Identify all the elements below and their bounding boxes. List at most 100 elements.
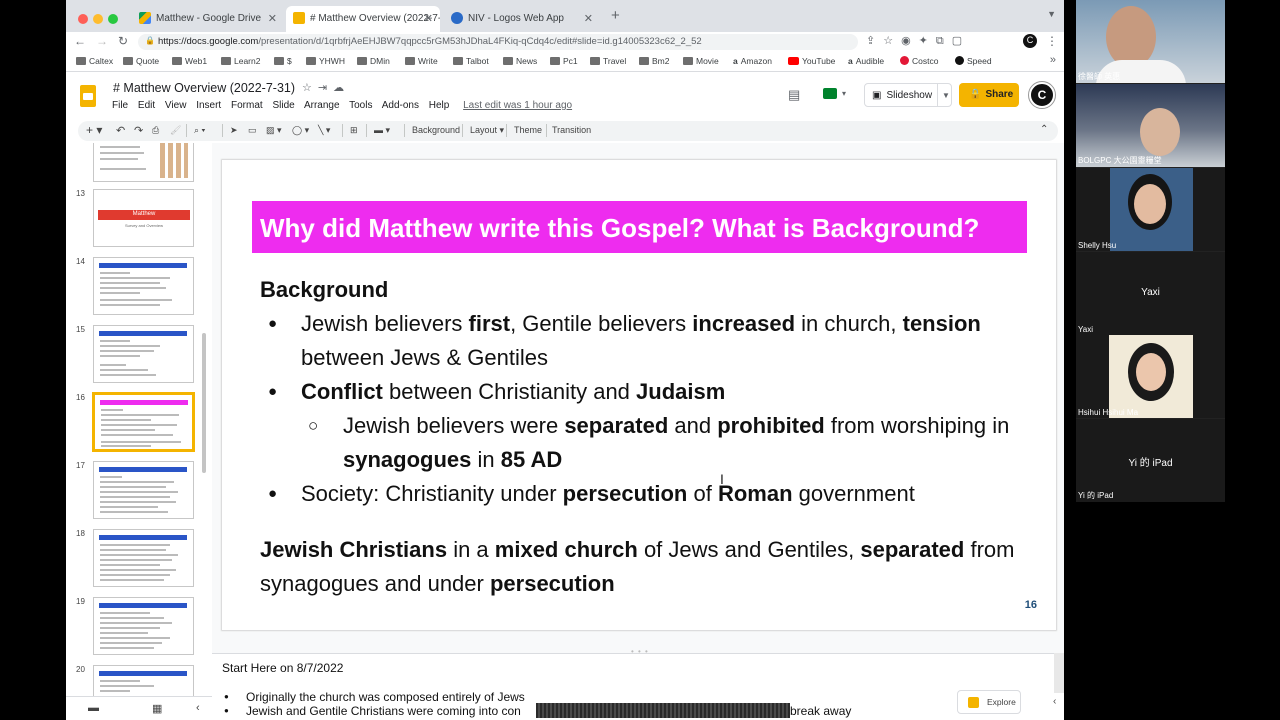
slide-thumbnail[interactable] [93,143,194,182]
slide-thumbnail[interactable] [93,325,194,383]
bookmark-dollar[interactable]: $ [274,56,292,66]
slide-thumbnail[interactable] [93,461,194,519]
notes-scrollbar[interactable] [1054,653,1064,693]
collapse-toolbar-icon[interactable]: ⌃ [1040,124,1048,135]
url-field[interactable]: 🔒 https://docs.google.com/presentation/d… [138,34,858,50]
participant-tile[interactable]: Yi 的 iPad Yi 的 iPad [1076,419,1225,502]
slide-thumbnail[interactable] [93,529,194,587]
account-avatar[interactable]: C [1028,81,1056,109]
slide-title[interactable]: Why did Matthew write this Gospel? What … [252,201,1027,253]
comment-icon[interactable]: ⊞ [350,125,358,136]
bookmark-quote[interactable]: Quote [123,56,159,66]
menu-arrange[interactable]: Arrange [304,100,340,111]
bookmark-learn2[interactable]: Learn2 [221,56,260,66]
close-window-button[interactable] [78,14,88,24]
close-tab-icon[interactable]: ✕ [424,12,433,25]
extension-icons[interactable]: ⇪☆◉✦⧉▢ [866,34,970,48]
menu-addons[interactable]: Add-ons [382,100,419,111]
background-button[interactable]: Background [412,125,460,135]
bookmark-costco[interactable]: Costco [900,56,938,66]
slideshow-button[interactable]: ▣ Slideshow ▼ [864,83,952,107]
current-slide[interactable]: Why did Matthew write this Gospel? What … [222,160,1056,630]
bookmark-yhwh[interactable]: YHWH [306,56,345,66]
menu-insert[interactable]: Insert [196,100,221,111]
chevron-down-icon[interactable]: ▼ [942,91,950,100]
participant-tile[interactable]: BOLGPC 大公園靈糧堂 [1076,84,1225,167]
forward-arrow-icon[interactable]: → [96,34,108,48]
menu-help[interactable]: Help [429,100,450,111]
theme-button[interactable]: Theme [514,125,542,135]
slide-thumbnail[interactable] [93,665,194,696]
bookmark-movie[interactable]: Movie [683,56,719,66]
zoom-icon[interactable]: ⌕ ▾ [194,125,205,136]
new-tab-icon[interactable]: + [611,7,620,24]
bookmark-pc1[interactable]: Pc1 [550,56,578,66]
participant-tile[interactable]: Hsihui Hsihui Ma [1076,335,1225,418]
minimize-window-button[interactable] [93,14,103,24]
layout-button[interactable]: Layout ▾ [470,125,504,136]
menu-slide[interactable]: Slide [272,100,294,111]
bookmark-speed[interactable]: Speed [955,56,992,66]
menu-format[interactable]: Format [231,100,263,111]
title-icons[interactable]: ☆⇥☁ [302,81,350,94]
bookmark-talbot[interactable]: Talbot [453,56,489,66]
bookmark-web1[interactable]: Web1 [172,56,207,66]
paint-format-icon[interactable]: 🖌 [170,125,181,136]
line-weight-icon[interactable]: ▬ ▾ [374,125,390,136]
tab-search-chevron-icon[interactable]: ▼ [1047,9,1056,19]
share-button[interactable]: 🔒 Share [959,83,1019,107]
bookmark-caltex[interactable]: Caltex [76,56,113,66]
bookmark-amazon[interactable]: a Amazon [733,56,772,66]
tab-matthew-overview[interactable]: # Matthew Overview (2022-7- ✕ [286,6,440,32]
collapse-side-panel-icon[interactable]: ‹ [1053,696,1056,707]
image-icon[interactable]: ▨ ▾ [266,125,282,136]
menu-view[interactable]: View [165,100,187,111]
close-tab-icon[interactable]: ✕ [268,12,277,25]
filmstrip-view-icon[interactable]: ▬ [88,702,99,714]
document-title[interactable]: # Matthew Overview (2022-7-31) [113,81,295,95]
menu-edit[interactable]: Edit [138,100,155,111]
filmstrip-scrollbar[interactable] [202,333,206,473]
bookmark-travel[interactable]: Travel [590,56,626,66]
bookmark-audible[interactable]: a Audible [848,56,884,66]
shape-icon[interactable]: ◯ ▾ [292,125,309,136]
close-tab-icon[interactable]: ✕ [584,12,593,25]
more-bookmarks-icon[interactable]: » [1050,54,1056,66]
slide-thumbnail[interactable] [93,597,194,655]
participant-tile[interactable]: Shelly Hsu [1076,168,1225,251]
menu-tools[interactable]: Tools [349,100,372,111]
slide-thumbnail[interactable]: Matthew Survey and Overview [93,189,194,247]
undo-icon[interactable]: ↶ [116,124,125,137]
select-cursor-icon[interactable]: ➤ [230,125,238,136]
tab-logos[interactable]: NIV - Logos Web App ✕ [444,6,600,32]
speaker-notes[interactable]: Start Here on 8/7/2022 Originally the ch… [212,653,1064,720]
participant-tile[interactable]: Yaxi Yaxi [1076,252,1225,335]
slides-logo-icon[interactable] [80,85,96,107]
participant-tile[interactable]: 徐醫師 英惠 [1076,0,1225,83]
slide-thumbnail[interactable] [92,392,195,452]
bookmark-dmin[interactable]: DMin [357,56,390,66]
chevron-down-icon[interactable]: ▾ [842,89,846,98]
bookmark-youtube[interactable]: YouTube [788,56,835,66]
transition-button[interactable]: Transition [552,125,591,135]
redo-icon[interactable]: ↷ [134,124,143,137]
bookmark-bm2[interactable]: Bm2 [639,56,669,66]
grid-view-icon[interactable]: ▦ [152,702,162,715]
comment-history-icon[interactable]: ▤ [788,87,800,103]
bookmark-write[interactable]: Write [405,56,438,66]
meet-icon[interactable] [823,88,837,99]
back-arrow-icon[interactable]: ← [74,34,86,48]
slide-body[interactable]: Background Jewish believers first, Genti… [260,273,1040,601]
profile-avatar[interactable]: C [1023,34,1037,48]
last-edit-link[interactable]: Last edit was 1 hour ago [463,100,572,111]
print-icon[interactable]: ⎙ [152,125,159,136]
maximize-window-button[interactable] [108,14,118,24]
slide-thumbnail[interactable] [93,257,194,315]
tab-google-drive[interactable]: Matthew - Google Drive ✕ [132,6,284,32]
text-box-icon[interactable]: ▭ [248,125,257,136]
browser-menu-icon[interactable]: ⋮ [1046,34,1058,48]
new-slide-icon[interactable]: + ▾ [86,123,102,137]
line-icon[interactable]: ╲ ▾ [318,125,330,136]
explore-button[interactable]: Explore [957,690,1021,714]
reload-icon[interactable]: ↻ [118,34,128,48]
